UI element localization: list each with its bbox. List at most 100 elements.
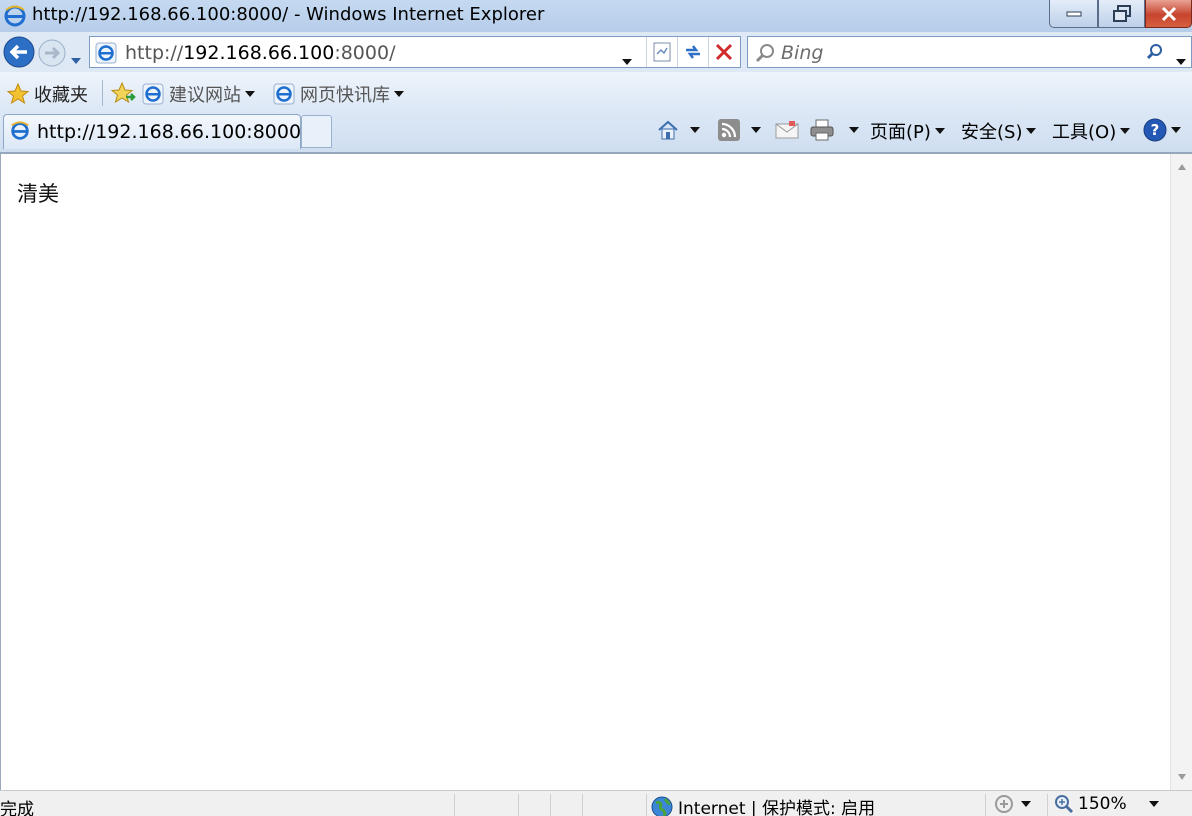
change-status-icon	[995, 795, 1013, 813]
page-menu[interactable]: 页面(P)	[870, 118, 945, 144]
divider	[646, 794, 647, 816]
ie-page-icon	[94, 41, 118, 70]
recent-pages-dropdown[interactable]	[71, 48, 81, 69]
restore-button[interactable]	[1098, 0, 1145, 28]
chevron-down-icon	[71, 58, 81, 64]
chevron-down-icon	[1021, 801, 1031, 807]
chevron-down-icon	[394, 91, 404, 97]
minimize-button[interactable]	[1049, 0, 1098, 28]
help-icon: ?	[1143, 118, 1167, 142]
svg-text:?: ?	[1151, 121, 1160, 139]
divider	[454, 794, 455, 816]
compatibility-view-button[interactable]	[646, 37, 677, 67]
new-tab-button[interactable]	[301, 115, 332, 148]
favorites-button[interactable]: 收藏夹	[6, 81, 88, 107]
restore-icon	[1112, 4, 1131, 22]
zoom-level[interactable]: 150%	[1054, 794, 1159, 814]
print-button[interactable]	[809, 118, 859, 142]
chevron-down-icon	[622, 59, 632, 65]
forward-button[interactable]	[37, 38, 67, 73]
address-row: http://192.168.66.100:8000/ Bing	[0, 32, 1192, 72]
read-mail-button[interactable]	[775, 118, 799, 142]
stop-icon	[715, 43, 733, 61]
home-button[interactable]	[656, 118, 700, 142]
favorites-label: 收藏夹	[34, 85, 88, 106]
scroll-up-icon[interactable]	[1178, 164, 1186, 170]
address-field[interactable]: http://192.168.66.100:8000/	[89, 36, 741, 68]
web-slice-gallery-label: 网页快讯库	[300, 85, 390, 106]
feeds-button[interactable]	[717, 118, 761, 142]
chevron-down-icon	[1171, 127, 1181, 133]
ie-icon	[273, 83, 295, 105]
security-zone[interactable]: Internet | 保护模式: 启用	[651, 794, 875, 816]
suggested-sites-label: 建议网站	[169, 85, 241, 106]
url-text[interactable]: http://192.168.66.100:8000/	[125, 42, 395, 64]
tab-title: http://192.168.66.100:8000/	[37, 121, 308, 143]
refresh-icon	[686, 45, 700, 59]
chevron-down-icon	[934, 128, 945, 134]
divider	[1047, 794, 1048, 816]
chevron-down-icon	[1148, 801, 1159, 807]
mail-icon	[775, 121, 799, 139]
search-icon	[754, 42, 776, 69]
safety-menu-label: 安全(S)	[961, 122, 1023, 143]
favorites-bar: 收藏夹 建议网站 网页快讯库	[0, 72, 1192, 114]
scroll-down-icon[interactable]	[1178, 774, 1186, 780]
add-favorite-star-icon	[110, 81, 136, 104]
back-button[interactable]	[2, 35, 36, 74]
search-button[interactable]	[1146, 43, 1164, 66]
change-status-button[interactable]	[992, 794, 1031, 814]
page-content: 清美	[0, 152, 1192, 790]
vertical-scrollbar[interactable]	[1170, 154, 1192, 790]
close-button[interactable]	[1145, 0, 1192, 28]
zone-text: Internet | 保护模式: 启用	[678, 799, 876, 816]
star-icon	[6, 82, 30, 105]
tools-menu[interactable]: 工具(O)	[1052, 118, 1131, 144]
compatibility-view-icon	[653, 42, 671, 62]
divider	[550, 794, 551, 816]
stop-button[interactable]	[708, 37, 739, 67]
zoom-text: 150%	[1078, 794, 1127, 814]
ie-icon	[9, 120, 31, 147]
printer-icon	[810, 119, 834, 141]
ie-icon	[142, 83, 164, 105]
search-icon	[1146, 44, 1162, 60]
chevron-down-icon	[245, 91, 255, 97]
divider	[582, 794, 583, 816]
window-title: http://192.168.66.100:8000/ - Windows In…	[32, 4, 545, 25]
search-field[interactable]: Bing	[747, 36, 1192, 68]
add-to-favorites-bar-button[interactable]	[110, 81, 136, 105]
globe-icon	[651, 796, 673, 816]
back-arrow-icon	[3, 36, 35, 68]
chevron-down-icon	[1120, 128, 1131, 134]
divider	[102, 80, 103, 106]
chevron-down-icon	[1176, 59, 1186, 65]
help-menu[interactable]: ?	[1143, 118, 1181, 142]
ie-icon	[3, 4, 27, 33]
chevron-down-icon[interactable]	[751, 127, 761, 133]
divider	[518, 794, 519, 816]
zoom-icon	[1055, 795, 1074, 814]
chevron-down-icon[interactable]	[690, 127, 700, 133]
tools-menu-label: 工具(O)	[1052, 122, 1117, 143]
home-icon	[658, 120, 678, 140]
forward-arrow-icon	[38, 39, 66, 67]
tab-active[interactable]: http://192.168.66.100:8000/	[3, 114, 307, 149]
search-options-dropdown[interactable]	[1176, 49, 1186, 70]
safety-menu[interactable]: 安全(S)	[961, 118, 1037, 144]
status-bar: 完成 Internet | 保护模式: 启用 150%	[0, 790, 1192, 816]
search-placeholder: Bing	[781, 42, 824, 64]
page-menu-label: 页面(P)	[870, 122, 931, 143]
web-slice-gallery-link[interactable]: 网页快讯库	[272, 81, 404, 107]
minimize-icon	[1066, 11, 1081, 16]
tab-bar: http://192.168.66.100:8000/ 页面(P) 安全(S) …	[0, 114, 1192, 152]
chevron-down-icon	[1026, 128, 1037, 134]
divider	[985, 794, 986, 816]
title-bar: http://192.168.66.100:8000/ - Windows In…	[0, 0, 1192, 32]
close-icon	[1161, 6, 1176, 21]
chevron-down-icon[interactable]	[849, 127, 859, 133]
status-text: 完成	[0, 800, 34, 816]
url-dropdown[interactable]	[622, 49, 632, 70]
refresh-button[interactable]	[677, 37, 708, 67]
suggested-sites-link[interactable]: 建议网站	[141, 81, 255, 107]
